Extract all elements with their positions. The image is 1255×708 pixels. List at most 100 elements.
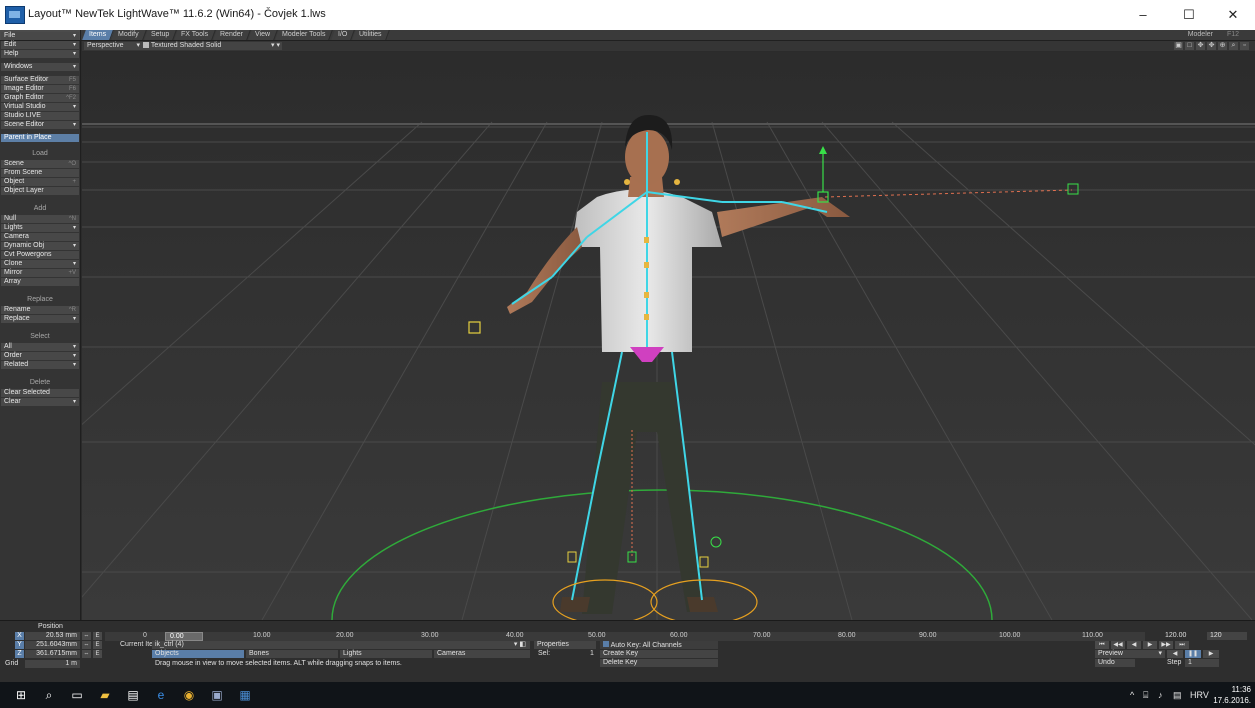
- current-item-select[interactable]: ik_ctrl (4) ▾ ◧: [152, 641, 530, 649]
- cameras-mode-button[interactable]: Cameras: [434, 650, 530, 658]
- modeler-switch[interactable]: Modeler F12: [1188, 31, 1239, 38]
- tray-chevron-icon[interactable]: ^: [1130, 690, 1134, 700]
- first-frame-icon[interactable]: ⏮: [1095, 641, 1109, 649]
- clear-selected-button[interactable]: Clear Selected: [1, 389, 79, 397]
- maximize-viewport-icon[interactable]: □: [1185, 42, 1194, 50]
- chrome-icon[interactable]: ◉: [180, 686, 198, 704]
- auto-key-toggle[interactable]: Auto Key: All Channels: [600, 641, 718, 649]
- play-icon[interactable]: ▶: [1203, 650, 1219, 658]
- prev-frame-icon[interactable]: ◀: [1127, 641, 1141, 649]
- load-scene-button[interactable]: Scene ^O: [1, 160, 79, 168]
- edit-menu[interactable]: Edit ▾: [1, 41, 79, 49]
- load-from-scene-button[interactable]: From Scene: [1, 169, 79, 177]
- viewport-settings-icon[interactable]: ▫: [1240, 42, 1249, 50]
- grid-size-field[interactable]: 1 m: [25, 660, 80, 668]
- create-key-button[interactable]: Create Key: [600, 650, 718, 658]
- z-axis-toggle[interactable]: Z: [15, 650, 24, 658]
- properties-button[interactable]: Properties: [534, 641, 596, 649]
- y-axis-toggle[interactable]: Y: [15, 641, 24, 649]
- photos-icon[interactable]: ▣: [208, 686, 226, 704]
- objects-mode-button[interactable]: Objects: [152, 650, 244, 658]
- tab-view[interactable]: View: [248, 30, 278, 40]
- store-icon[interactable]: ▤: [124, 686, 142, 704]
- windows-menu[interactable]: Windows ▾: [1, 63, 79, 71]
- view-mode-select[interactable]: Perspective ▾: [84, 42, 142, 50]
- scene-editor-menu[interactable]: Scene Editor ▾: [1, 121, 79, 129]
- studio-live-button[interactable]: Studio LIVE: [1, 112, 79, 120]
- timeline[interactable]: 0 10.00 20.00 30.00 40.00 50.00 60.00 70…: [105, 632, 1145, 641]
- shading-mode-select[interactable]: Textured Shaded Solid ▾ ▾: [140, 42, 282, 50]
- tab-items[interactable]: Items: [82, 30, 114, 40]
- dynamic-obj-menu[interactable]: Dynamic Obj ▾: [1, 242, 79, 250]
- bones-mode-button[interactable]: Bones: [246, 650, 338, 658]
- viewport-canvas[interactable]: [0, 52, 1255, 625]
- parent-in-place-toggle[interactable]: Parent in Place: [1, 134, 79, 142]
- network-icon[interactable]: ⌸: [1143, 690, 1148, 701]
- edge-icon[interactable]: e: [152, 686, 170, 704]
- load-object-button[interactable]: Object +: [1, 178, 79, 186]
- virtual-studio-menu[interactable]: Virtual Studio ▾: [1, 103, 79, 111]
- tab-render[interactable]: Render: [213, 30, 251, 40]
- maximize-button[interactable]: ☐: [1167, 0, 1211, 30]
- tab-modeler-tools[interactable]: Modeler Tools: [275, 30, 334, 40]
- graph-editor-button[interactable]: Graph Editor ^F2: [1, 94, 79, 102]
- cvt-powergons-button[interactable]: Cvt Powergons: [1, 251, 79, 259]
- zoom-view-icon[interactable]: ⌕: [1229, 42, 1238, 50]
- windows-start-icon[interactable]: ⊞: [12, 686, 30, 704]
- help-menu[interactable]: Help ▾: [1, 50, 79, 58]
- clone-menu[interactable]: Clone ▾: [1, 260, 79, 268]
- clock[interactable]: 11:36 17.6.2016.: [1213, 684, 1251, 706]
- select-all-menu[interactable]: All ▾: [1, 343, 79, 351]
- close-button[interactable]: ✕: [1211, 0, 1255, 30]
- next-frame-icon[interactable]: ▶: [1143, 641, 1157, 649]
- preview-menu[interactable]: Preview ▾: [1095, 650, 1165, 658]
- volume-icon[interactable]: ♪: [1158, 690, 1163, 700]
- viewport-layout-icon[interactable]: ▣: [1174, 42, 1183, 50]
- search-icon[interactable]: ⌕: [40, 686, 58, 704]
- task-view-icon[interactable]: ▭: [68, 686, 86, 704]
- timeline-slider[interactable]: 0.00: [165, 632, 203, 641]
- x-axis-toggle[interactable]: X: [15, 632, 24, 640]
- language-indicator[interactable]: HRV: [1190, 690, 1209, 700]
- z-envelope-button[interactable]: E: [93, 650, 102, 658]
- step-field[interactable]: 1: [1185, 659, 1219, 667]
- select-order-menu[interactable]: Order ▾: [1, 352, 79, 360]
- tab-modify[interactable]: Modify: [111, 30, 147, 40]
- mirror-button[interactable]: Mirror +V: [1, 269, 79, 277]
- select-related-menu[interactable]: Related ▾: [1, 361, 79, 369]
- tab-i-o[interactable]: I/O: [330, 30, 355, 40]
- pan-view-icon[interactable]: ⊕: [1218, 42, 1227, 50]
- move-view-icon[interactable]: ✥: [1196, 42, 1205, 50]
- add-lights-menu[interactable]: Lights ▾: [1, 224, 79, 232]
- rotate-view-icon[interactable]: ✥: [1207, 42, 1216, 50]
- surface-editor-button[interactable]: Surface Editor F5: [1, 76, 79, 84]
- notification-icon[interactable]: ▤: [1173, 690, 1182, 701]
- z-position-field[interactable]: 361.6715mm: [25, 650, 80, 658]
- tab-fx-tools[interactable]: FX Tools: [174, 30, 216, 40]
- load-object-layer-button[interactable]: Object Layer: [1, 187, 79, 195]
- next-key-icon[interactable]: ▶▶: [1159, 641, 1173, 649]
- file-menu[interactable]: File ▾: [1, 32, 79, 40]
- z-reset-icon[interactable]: ⇔: [82, 650, 91, 658]
- end-frame-field[interactable]: 120: [1207, 632, 1247, 640]
- delete-key-button[interactable]: Delete Key: [600, 659, 718, 667]
- tab-setup[interactable]: Setup: [143, 30, 177, 40]
- perspective-viewport[interactable]: [0, 52, 1255, 625]
- last-frame-icon[interactable]: ⏭: [1175, 641, 1189, 649]
- lightwave-taskbar-icon[interactable]: ▦: [236, 686, 254, 704]
- y-envelope-button[interactable]: E: [93, 641, 102, 649]
- minimize-button[interactable]: –: [1121, 0, 1165, 30]
- array-button[interactable]: Array: [1, 278, 79, 286]
- x-position-field[interactable]: 20.53 mm: [25, 632, 80, 640]
- lights-mode-button[interactable]: Lights: [340, 650, 432, 658]
- pause-icon[interactable]: ❚❚: [1185, 650, 1201, 658]
- current-frame-field[interactable]: 0: [143, 632, 147, 639]
- x-reset-icon[interactable]: ⇔: [82, 632, 91, 640]
- rename-button[interactable]: Rename ^R: [1, 306, 79, 314]
- play-reverse-icon[interactable]: ◀: [1167, 650, 1183, 658]
- tab-utilities[interactable]: Utilities: [352, 30, 390, 40]
- file-explorer-icon[interactable]: ▰: [96, 686, 114, 704]
- replace-menu[interactable]: Replace ▾: [1, 315, 79, 323]
- clear-menu[interactable]: Clear ▾: [1, 398, 79, 406]
- y-reset-icon[interactable]: ⇔: [82, 641, 91, 649]
